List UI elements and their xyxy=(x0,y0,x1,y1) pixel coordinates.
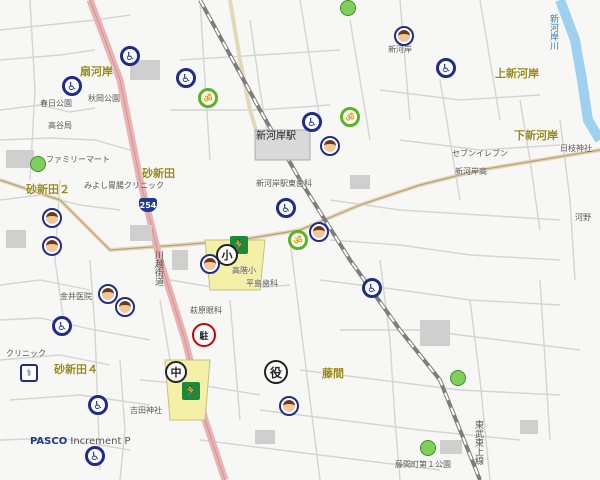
park-icon[interactable] xyxy=(450,370,466,386)
welfare-facility-icon[interactable] xyxy=(98,284,118,304)
label-shinkawa-river: 新河岸川 xyxy=(548,14,558,50)
park-icon[interactable] xyxy=(340,0,356,16)
welfare-facility-icon[interactable] xyxy=(42,236,62,256)
label-hagihara-eye: 萩原眼科 xyxy=(190,306,222,315)
label-family-mart: ファミリーマート xyxy=(46,155,110,164)
area-label-ogikawagishi: 扇河岸 xyxy=(80,65,113,78)
bicycle-parking-icon[interactable]: ॐ xyxy=(288,230,308,250)
major-roads xyxy=(0,0,600,253)
welfare-facility-icon[interactable] xyxy=(42,208,62,228)
wheelchair-icon[interactable]: ♿ xyxy=(62,76,82,96)
label-hie-shrine: 日枝神社 xyxy=(560,144,592,153)
label-fujima-park: 藤間町第１公園 xyxy=(395,460,451,469)
buildings xyxy=(6,60,538,454)
welfare-facility-icon[interactable] xyxy=(309,222,329,242)
wheelchair-icon[interactable]: ♿ xyxy=(52,316,72,336)
wheelchair-icon[interactable]: ♿ xyxy=(120,46,140,66)
park-icon[interactable] xyxy=(30,156,46,172)
label-kanai-clinic: 金井医院 xyxy=(60,292,92,301)
town-office-icon[interactable]: 役 xyxy=(264,360,288,384)
school-icon[interactable]: 🏃 xyxy=(182,382,200,400)
area-label-fujima: 藤間 xyxy=(322,367,344,380)
area-label-sunashinden: 砂新田 xyxy=(142,167,175,180)
wheelchair-icon[interactable]: ♿ xyxy=(176,68,196,88)
bicycle-parking-icon[interactable]: ॐ xyxy=(340,107,360,127)
area-label-kamishinkawagishi: 上新河岸 xyxy=(495,67,539,80)
river xyxy=(555,0,600,143)
label-heima-dental: 平島歯科 xyxy=(246,279,278,288)
welfare-facility-icon[interactable] xyxy=(320,136,340,156)
map-attribution: PASCO Increment P xyxy=(30,436,131,447)
area-label-sunashinden4: 砂新田４ xyxy=(54,363,98,376)
label-kawagoe-kaido: 川越街道 xyxy=(153,250,163,286)
pasco-logo: PASCO xyxy=(30,436,68,447)
label-clinic: クリニック xyxy=(6,349,46,358)
label-takaya: 高谷局 xyxy=(48,121,72,130)
elementary-school-icon[interactable]: 小 xyxy=(216,244,238,266)
clinic-icon[interactable]: ⚕ xyxy=(20,364,38,382)
label-tojo-line: 東武東上線 xyxy=(473,420,483,465)
wheelchair-icon[interactable]: ♿ xyxy=(302,112,322,132)
label-yoshida-shrine: 吉田神社 xyxy=(130,406,162,415)
label-shinkawagishi-high: 新河岸高 xyxy=(455,167,487,176)
label-kasuga-park: 春日公園 xyxy=(40,99,72,108)
route-254-shield: 254 xyxy=(139,198,157,212)
label-shingashi-dental: 新河岸駅東歯科 xyxy=(256,179,312,188)
label-miyoshi-clinic: みよし胃腸クリニック xyxy=(84,181,164,190)
no-parking-icon[interactable]: 駐 xyxy=(192,323,216,347)
wheelchair-icon[interactable]: ♿ xyxy=(362,278,382,298)
label-kosaka-school: 高階小 xyxy=(232,266,256,275)
label-seven-eleven: セブンイレブン xyxy=(452,149,508,158)
label-shingashi-bridge: 新河岸 xyxy=(388,45,412,54)
welfare-facility-icon[interactable] xyxy=(115,297,135,317)
increment-p-label: Increment P xyxy=(70,436,131,447)
map-view[interactable]: 扇河岸 砂新田 上新河岸 下新河岸 藤間 砂新田４ 砂新田２ 新河岸駅 新河岸 … xyxy=(0,0,600,480)
label-kawano: 河野 xyxy=(575,213,591,222)
park-icon[interactable] xyxy=(420,440,436,456)
label-akiba-park: 秋岡公園 xyxy=(88,94,120,103)
wheelchair-icon[interactable]: ♿ xyxy=(88,395,108,415)
welfare-facility-icon[interactable] xyxy=(279,396,299,416)
wheelchair-icon[interactable]: ♿ xyxy=(276,198,296,218)
junior-high-school-icon[interactable]: 中 xyxy=(165,361,187,383)
welfare-facility-icon[interactable] xyxy=(394,26,414,46)
wheelchair-icon[interactable]: ♿ xyxy=(436,58,456,78)
bicycle-parking-icon[interactable]: ॐ xyxy=(198,88,218,108)
area-label-shimoshinkawagishi: 下新河岸 xyxy=(514,129,558,142)
station-label-shingashi[interactable]: 新河岸駅 xyxy=(256,132,296,142)
wheelchair-icon[interactable]: ♿ xyxy=(85,446,105,466)
area-label-sunashinden2: 砂新田２ xyxy=(26,183,70,196)
